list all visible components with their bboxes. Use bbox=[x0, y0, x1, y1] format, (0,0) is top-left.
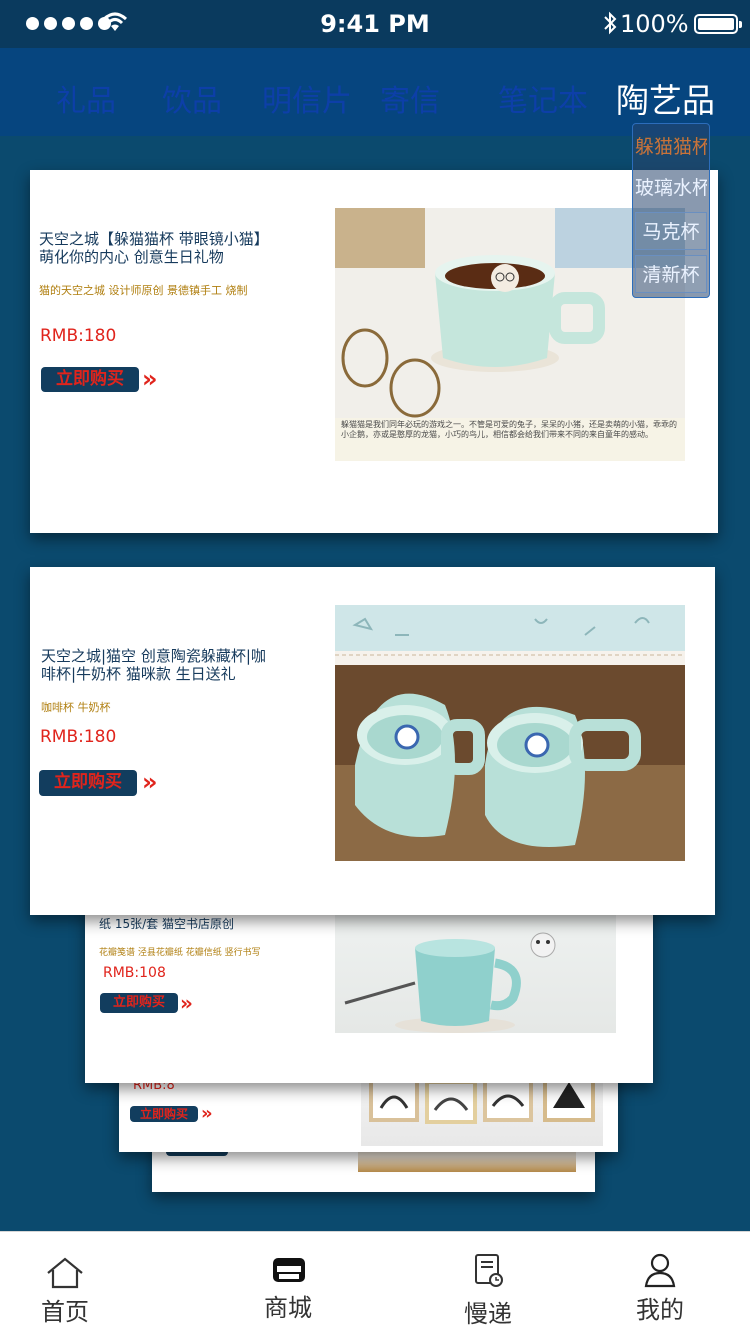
product-price: RMB:180 bbox=[40, 326, 117, 346]
submenu-item-hide-cat-cup[interactable]: 躲猫猫杯 bbox=[635, 128, 707, 166]
product-title: 天空之城【躲猫猫杯 带眼镜小猫】萌化你的内心 创意生日礼物 bbox=[39, 230, 269, 266]
product-subtitle: 咖啡杯 牛奶杯 bbox=[41, 701, 111, 714]
tab-store-label: 商城 bbox=[264, 1294, 312, 1322]
buy-button[interactable]: 立即购买 bbox=[39, 770, 137, 796]
product-subtitle: 花瓣笺谱 泾县花瓣纸 花瓣信纸 竖行书写 bbox=[99, 948, 261, 958]
product-caption: 躲猫猫是我们同年必玩的游戏之一。不管是可爱的兔子，呆呆的小猪，还是卖萌的小猫，乖… bbox=[335, 418, 685, 461]
submenu-item-fresh-cup[interactable]: 清新杯 bbox=[635, 255, 707, 293]
ceramics-submenu: 躲猫猫杯 玻璃水杯 马克杯 清新杯 bbox=[632, 123, 710, 298]
battery-icon bbox=[694, 14, 742, 34]
tab-profile-label: 我的 bbox=[636, 1296, 684, 1324]
slow-mail-icon bbox=[475, 1254, 503, 1287]
home-icon bbox=[47, 1257, 83, 1289]
tab-slow-mail-label: 慢递 bbox=[464, 1300, 512, 1328]
tab-slow-mail[interactable]: 慢递 bbox=[428, 1232, 548, 1334]
status-bar: 9:41 PM 100% bbox=[0, 0, 750, 48]
tab-store[interactable]: 商城 bbox=[228, 1232, 348, 1334]
product-title: 纸 15张/套 猫空书店原创 bbox=[99, 917, 234, 931]
tab-home-label: 首页 bbox=[41, 1298, 89, 1326]
tab-bar: 首页 商城 慢递 我的 bbox=[0, 1231, 750, 1334]
profile-icon bbox=[644, 1253, 676, 1288]
chevron-right-icon: » bbox=[180, 991, 193, 1015]
tab-home[interactable]: 首页 bbox=[5, 1232, 125, 1334]
chevron-right-icon: » bbox=[142, 365, 157, 393]
battery-percentage: 100% bbox=[620, 10, 689, 38]
bluetooth-icon bbox=[604, 11, 617, 35]
product-price: RMB:108 bbox=[103, 965, 166, 981]
tab-gifts[interactable]: 礼品 bbox=[56, 76, 116, 120]
product-subtitle: 猫的天空之城 设计师原创 景德镇手工 烧制 bbox=[39, 284, 248, 297]
product-photo-mug bbox=[335, 913, 616, 1033]
tab-notebooks[interactable]: 笔记本 bbox=[498, 76, 588, 120]
tab-profile[interactable]: 我的 bbox=[600, 1232, 720, 1334]
product-card-2[interactable]: 天空之城|猫空 创意陶瓷躲藏杯|咖啡杯|牛奶杯 猫咪款 生日送礼 咖啡杯 牛奶杯… bbox=[30, 567, 715, 915]
tab-postcards[interactable]: 明信片 bbox=[262, 76, 352, 120]
chevron-right-icon: » bbox=[142, 768, 157, 796]
tab-ceramics[interactable]: 陶艺品 bbox=[616, 74, 715, 122]
tab-mail[interactable]: 寄信 bbox=[380, 76, 440, 120]
tab-drinks[interactable]: 饮品 bbox=[162, 76, 222, 120]
product-card-1[interactable]: 天空之城【躲猫猫杯 带眼镜小猫】萌化你的内心 创意生日礼物 猫的天空之城 设计师… bbox=[30, 170, 718, 533]
store-icon bbox=[273, 1258, 305, 1282]
submenu-item-glass-cup[interactable]: 玻璃水杯 bbox=[635, 169, 707, 207]
buy-button[interactable]: 立即购买 bbox=[130, 1106, 198, 1122]
product-title: 天空之城|猫空 创意陶瓷躲藏杯|咖啡杯|牛奶杯 猫咪款 生日送礼 bbox=[41, 647, 266, 683]
buy-button[interactable]: 立即购买 bbox=[100, 993, 178, 1013]
product-price: RMB:180 bbox=[40, 727, 117, 747]
submenu-item-mug[interactable]: 马克杯 bbox=[635, 212, 707, 250]
product-card-3[interactable]: 纸 15张/套 猫空书店原创 花瓣笺谱 泾县花瓣纸 花瓣信纸 竖行书写 RMB:… bbox=[85, 903, 653, 1083]
product-photo-two-cups bbox=[335, 605, 685, 861]
chevron-right-icon: » bbox=[201, 1103, 211, 1124]
buy-button[interactable]: 立即购买 bbox=[41, 367, 139, 392]
